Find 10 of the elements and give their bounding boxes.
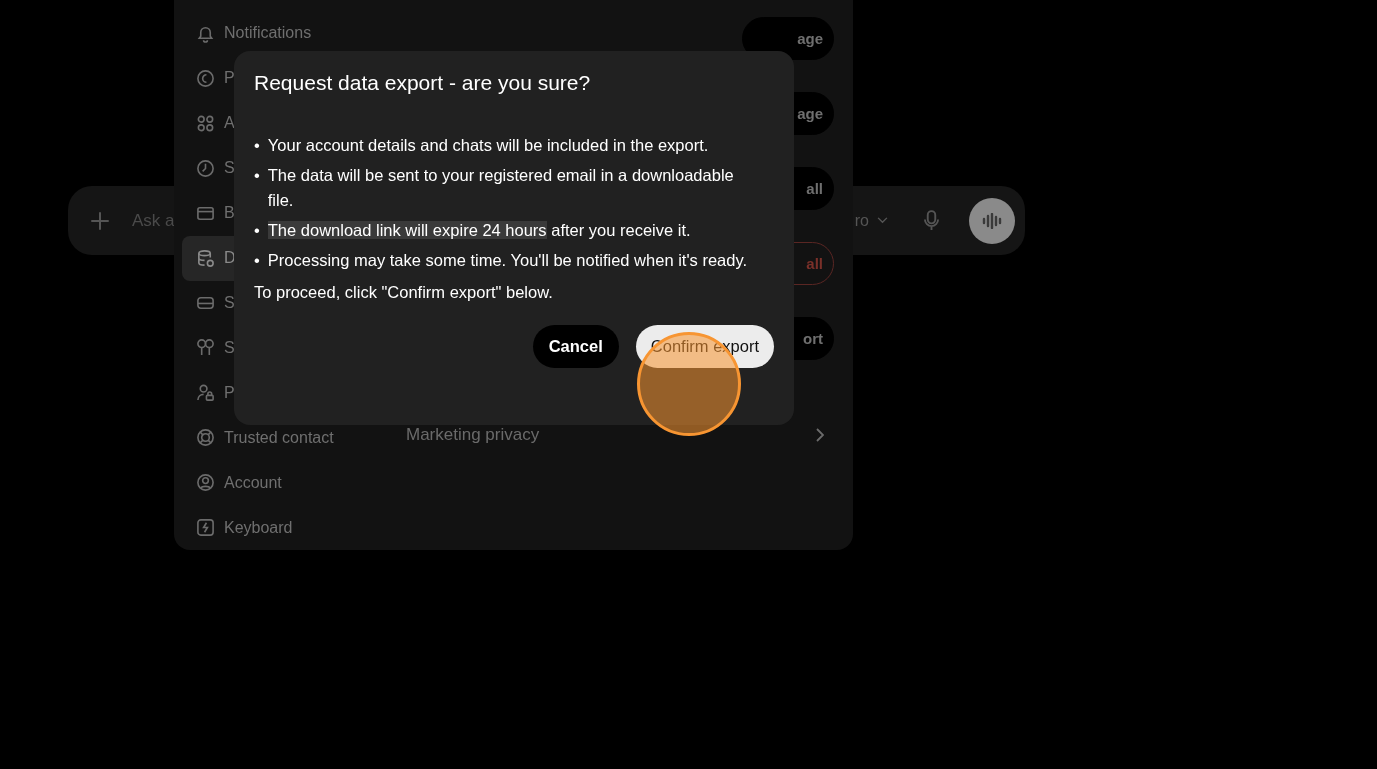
bullet-text: The data will be sent to your registered email in a downloadable file. (267, 165, 735, 211)
bullet-marker: • (254, 135, 260, 156)
dialog-title: Request data export - are you sure? (254, 71, 592, 95)
bullet-text: Your account details and chats will be included in the export. (267, 135, 709, 156)
bullet-text: Processing may take some time. You'll be notified when it's ready. (267, 250, 748, 271)
dialog-note: To proceed, click "Confirm export" below. (254, 283, 554, 302)
bullet-text: The download link will expire 24 hours after you receive it. (267, 220, 691, 241)
bullet-marker: • (254, 165, 260, 186)
bullet-marker: • (254, 220, 260, 241)
bullet-marker: • (254, 250, 260, 271)
